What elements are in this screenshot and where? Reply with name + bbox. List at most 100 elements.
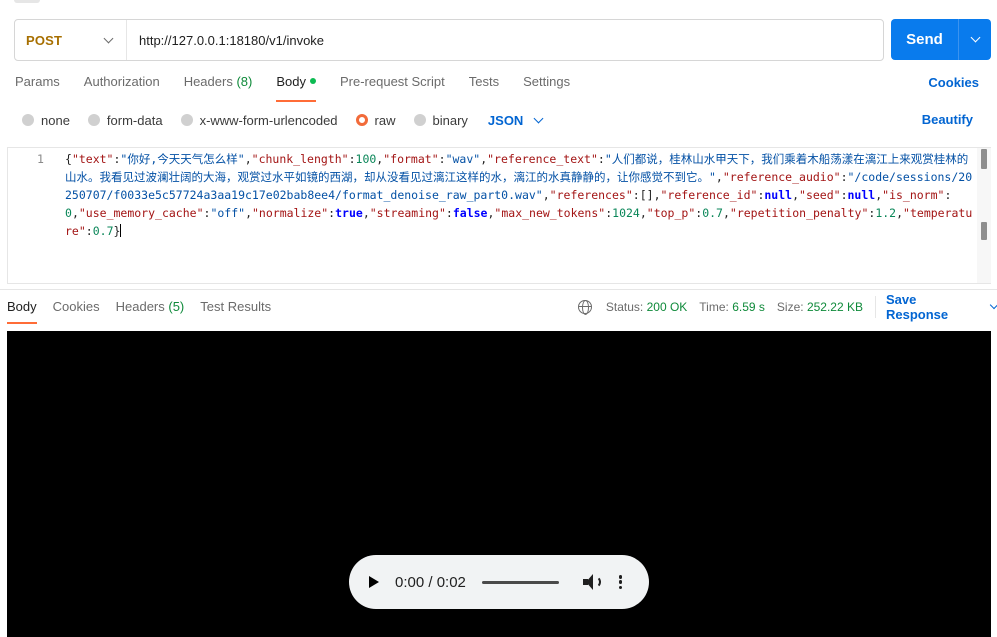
tab-pre-request-script[interactable]: Pre-request Script (340, 74, 445, 100)
json-key: "text" (71, 152, 114, 166)
tab-tests[interactable]: Tests (469, 74, 499, 100)
body-type-options: none form-data x-www-form-urlencoded raw… (22, 111, 544, 129)
brace: { (65, 152, 72, 166)
response-meta: Status: 200 OK Time: 6.59 s Size: 252.22… (578, 292, 997, 322)
audio-player: 0:00 / 0:02 (349, 555, 649, 609)
save-response-button[interactable]: Save Response (886, 292, 997, 322)
json-number-value: 1.2 (875, 206, 897, 220)
scrollbar-thumb[interactable] (981, 149, 987, 169)
status-readout[interactable]: Status: 200 OK (606, 300, 687, 314)
json-key: "streaming" (369, 206, 446, 220)
code-content[interactable]: {"text":"你好,今天天气怎么样","chunk_length":100,… (65, 150, 977, 240)
url-input[interactable] (127, 20, 883, 60)
editor-scrollbar[interactable] (977, 148, 991, 283)
colon: : (445, 206, 453, 220)
radio-form-data[interactable]: form-data (87, 112, 163, 128)
json-key: "chunk_length" (251, 152, 349, 166)
json-key: "reference_audio" (722, 170, 841, 184)
scrollbar-marker (981, 222, 987, 240)
json-key: "reference_text" (487, 152, 598, 166)
body-format-select[interactable]: JSON (488, 113, 544, 128)
json-keyword-value: true (335, 206, 363, 220)
more-options-icon[interactable] (618, 575, 623, 589)
play-icon[interactable] (369, 576, 379, 588)
colon: : (840, 170, 848, 184)
headers-count: (8) (236, 74, 253, 89)
pane-divider[interactable] (0, 289, 997, 290)
json-key: "format" (383, 152, 439, 166)
json-keyword-value: false (452, 206, 488, 220)
beautify-button[interactable]: Beautify (922, 112, 973, 127)
comma: , (71, 206, 79, 220)
method-label: POST (26, 32, 63, 48)
radio-none[interactable]: none (22, 113, 70, 128)
comma: , (653, 188, 661, 202)
send-options-button[interactable] (958, 19, 991, 60)
radio-raw[interactable]: raw (355, 112, 396, 128)
json-key: "max_new_tokens" (494, 206, 606, 220)
tab-label: Settings (523, 74, 571, 89)
tab-body[interactable]: Body (276, 74, 316, 102)
radio-label: none (41, 112, 70, 128)
headers-count: (5) (168, 299, 185, 314)
tab-label: Cookies (52, 299, 100, 314)
response-tab-headers[interactable]: Headers (5) (116, 299, 185, 323)
radio-label: raw (374, 112, 396, 128)
tab-settings[interactable]: Settings (523, 74, 570, 100)
colon: : (85, 224, 93, 238)
tab-authorization[interactable]: Authorization (84, 74, 160, 100)
radio-label: form-data (106, 112, 163, 128)
json-string-value: "off" (210, 206, 246, 220)
response-tab-body[interactable]: Body (7, 299, 37, 324)
cookies-link[interactable]: Cookies (928, 75, 979, 90)
json-keyword-value: null (847, 188, 876, 202)
radio-x-www-form-urlencoded[interactable]: x-www-form-urlencoded (180, 112, 338, 128)
time-label: Time: (699, 300, 729, 314)
colon: : (348, 152, 356, 166)
json-key: "references" (549, 188, 633, 202)
json-key: "reference_id" (660, 188, 758, 202)
send-button[interactable]: Send (891, 19, 991, 60)
colon: : (632, 188, 640, 202)
send-label: Send (906, 31, 943, 48)
radio-label: x-www-form-urlencoded (199, 112, 338, 128)
comma: , (245, 206, 252, 220)
radio-binary[interactable]: binary (413, 113, 468, 128)
radio-circle-icon (87, 114, 100, 126)
colon: : (438, 152, 446, 166)
json-key: "normalize" (252, 206, 329, 220)
json-string-value: "wav" (445, 152, 481, 166)
meta-separator (874, 296, 876, 318)
tab-headers[interactable]: Headers (8) (184, 74, 253, 100)
comma: , (722, 206, 730, 220)
progress-slider[interactable] (481, 580, 559, 584)
chevron-down-icon (103, 33, 114, 43)
line-number: 1 (37, 152, 44, 166)
media-preview: 0:00 / 0:02 (7, 331, 991, 637)
response-tab-cookies[interactable]: Cookies (53, 299, 100, 323)
json-number-value: 0.7 (702, 206, 723, 220)
tab-label: Body (276, 74, 306, 89)
json-key: "top_p" (646, 206, 696, 220)
window-top-stub (14, 0, 40, 3)
globe-icon[interactable] (578, 300, 592, 315)
tab-params[interactable]: Params (15, 74, 60, 100)
time-readout[interactable]: Time: 6.59 s (699, 300, 765, 314)
line-gutter: 1 (8, 148, 62, 283)
comma: , (542, 188, 550, 202)
json-key: "is_norm" (882, 188, 945, 202)
colon: : (597, 152, 605, 166)
json-key: "use_memory_cache" (78, 206, 204, 220)
method-select[interactable]: POST (15, 20, 127, 60)
status-label: Status: (605, 300, 644, 314)
size-readout[interactable]: Size: 252.22 KB (777, 300, 863, 314)
brace: } (113, 224, 121, 238)
response-tab-test-results[interactable]: Test Results (200, 299, 271, 323)
tab-label: Params (15, 74, 60, 89)
json-keyword-value: null (764, 188, 793, 202)
volume-icon[interactable] (582, 574, 601, 590)
time-value: 6.59 s (732, 300, 765, 314)
comma: , (792, 188, 800, 202)
body-editor[interactable]: 1 {"text":"你好,今天天气怎么样","chunk_length":10… (7, 147, 991, 284)
comma: , (896, 206, 904, 220)
